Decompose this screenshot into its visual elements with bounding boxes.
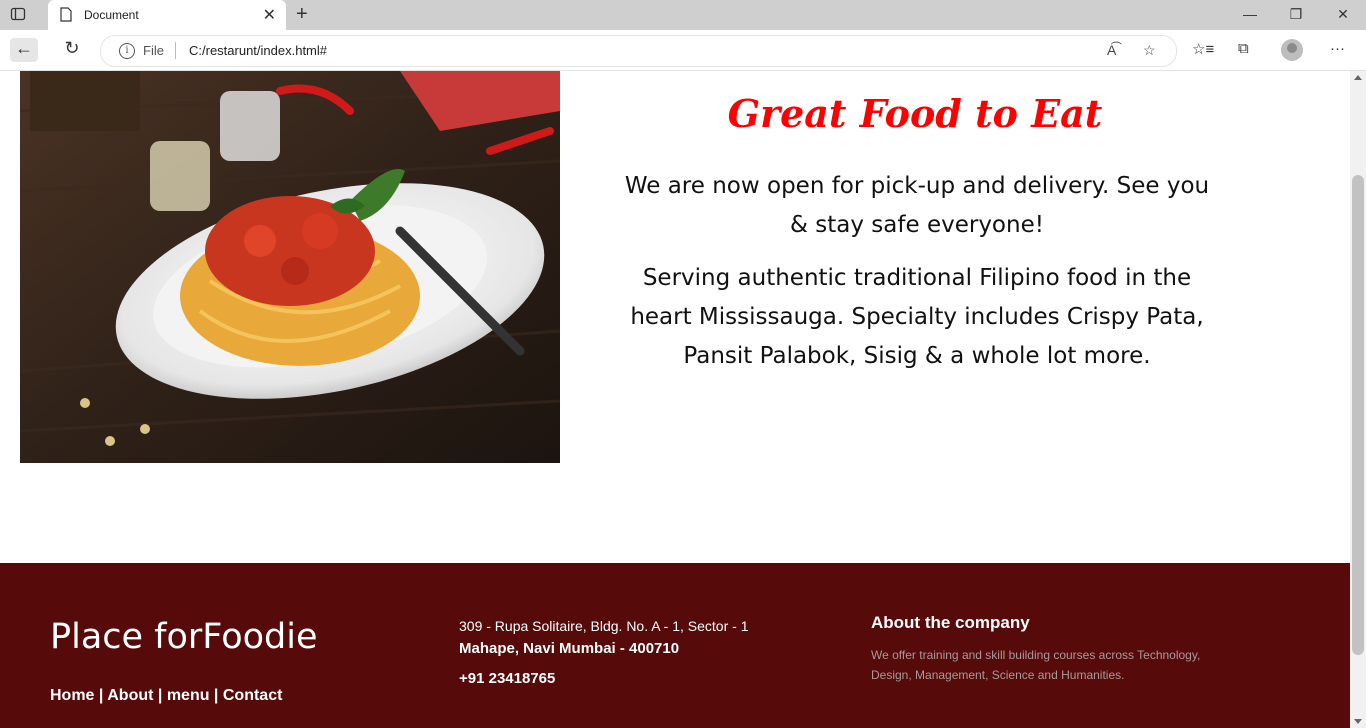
refresh-icon[interactable]: ↻ [58,38,86,62]
vertical-scrollbar[interactable] [1350,71,1366,728]
back-icon[interactable]: ← [10,38,38,62]
nav-separator: | [94,687,108,704]
footer-link-about[interactable]: About [107,687,153,704]
hero-paragraph-serving: Serving authentic traditional Filipino f… [630,265,1204,369]
profile-avatar[interactable] [1281,39,1303,61]
scroll-thumb[interactable] [1352,175,1364,655]
footer-nav: Home | About | menu | Contact [50,687,282,705]
tab-actions-icon[interactable] [10,6,26,22]
site-footer: Place forFoodie Home | About | menu | Co… [0,563,1350,728]
footer-link-contact[interactable]: Contact [223,687,283,704]
url-separator [175,42,176,59]
pasta-dish-image [20,71,560,463]
hero-paragraph-open: We are now open for pick-up and delivery… [624,173,1210,238]
close-tab-icon[interactable]: ✕ [263,5,276,25]
scroll-down-icon[interactable] [1354,719,1362,724]
footer-brand: Place forFoodie [50,617,318,657]
more-options-icon[interactable]: ··· [1330,40,1345,57]
footer-address-line1: 309 - Rupa Solitaire, Bldg. No. A - 1, S… [459,618,749,634]
new-tab-icon[interactable]: + [296,3,308,26]
scroll-up-icon[interactable] [1354,75,1362,80]
restore-icon[interactable]: ❐ [1286,6,1306,23]
page-content: Great Food to Eat We are now open for pi… [0,71,1350,728]
browser-tab-bar: Document ✕ + — ❐ ✕ [0,0,1366,30]
add-favorite-icon[interactable]: ☆ [1143,42,1156,59]
close-window-icon[interactable]: ✕ [1333,6,1353,23]
url-scheme-label: File [143,43,164,58]
footer-address-line2: Mahape, Navi Mumbai - 400710 [459,640,680,657]
url-field[interactable]: i File C:/restarunt/index.html# A͡ ☆ [100,35,1177,67]
about-text: We offer training and skill building cou… [871,648,1201,682]
url-text[interactable]: C:/restarunt/index.html# [189,43,327,58]
hero-headline: Great Food to Eat [727,91,1103,136]
footer-link-menu[interactable]: menu [167,687,210,704]
address-bar: ← ↻ i File C:/restarunt/index.html# A͡ ☆… [0,30,1366,71]
browser-tab[interactable]: Document ✕ [48,0,286,30]
read-aloud-icon[interactable]: A͡ [1107,42,1116,58]
footer-phone: +91 23418765 [459,670,556,687]
info-icon[interactable]: i [119,43,135,59]
nav-separator: | [153,687,167,704]
minimize-icon[interactable]: — [1240,6,1260,22]
nav-separator: | [209,687,223,704]
footer-link-home[interactable]: Home [50,687,94,704]
tab-title: Document [84,8,139,22]
favorites-icon[interactable]: ☆≡ [1192,40,1214,58]
document-icon [60,7,72,22]
about-heading: About the company [871,613,1030,632]
collections-icon[interactable]: ⧉ [1238,40,1249,57]
